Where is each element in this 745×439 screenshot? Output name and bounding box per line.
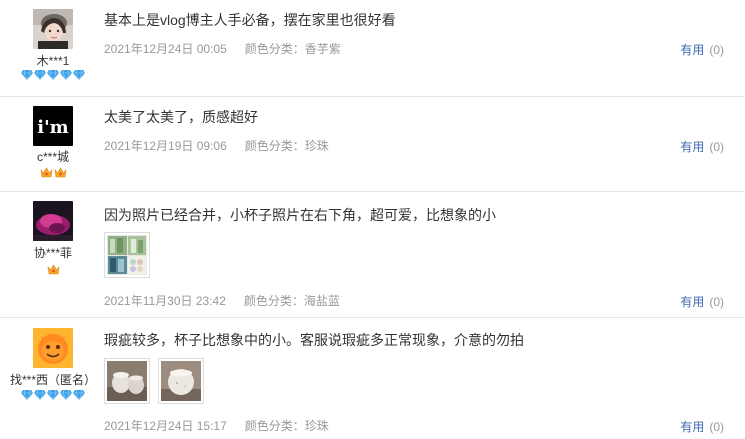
useful-button[interactable]: 有用	[680, 295, 704, 309]
review-meta: 2021年12月24日 00:05 颜色分类：香芋紫	[104, 40, 341, 57]
useful-count: (0)	[709, 43, 724, 57]
review-images	[104, 358, 212, 404]
review-image[interactable]	[104, 232, 150, 278]
avatar[interactable]	[33, 201, 73, 241]
color-value: 珍珠	[304, 139, 329, 153]
review-meta: 2021年12月19日 09:06 颜色分类：珍珠	[104, 137, 329, 154]
useful-count: (0)	[709, 295, 724, 309]
review-images	[104, 232, 158, 278]
diamond-icon	[34, 390, 46, 400]
crown-icon	[40, 167, 53, 178]
username: 协***菲	[33, 246, 72, 260]
color-label: 颜色分类：	[244, 419, 305, 433]
crown-badges	[0, 264, 106, 278]
review-text: 太美了太美了，质感超好	[104, 109, 258, 125]
color-label: 颜色分类：	[244, 139, 305, 153]
useful-button[interactable]: 有用	[680, 420, 704, 434]
review-date: 2021年12月19日 09:06	[104, 139, 227, 153]
avatar[interactable]: i'm	[33, 106, 73, 146]
review-image[interactable]	[104, 358, 150, 404]
diamond-badges	[0, 70, 106, 83]
avatar-text: i'm	[37, 117, 68, 138]
review-text: 基本上是vlog博主人手必备，摆在家里也很好看	[104, 12, 396, 28]
review-image[interactable]	[158, 358, 204, 404]
useful-count: (0)	[709, 420, 724, 434]
useful-vote: 有用 (0)	[680, 293, 724, 310]
diamond-icon	[60, 70, 72, 80]
diamond-icon	[73, 70, 85, 80]
review-item: 木***1 基本上是vlog博主人手必备，摆在家里也很好看 2021年12月24…	[0, 0, 745, 97]
username: 木***1	[36, 54, 70, 68]
avatar[interactable]	[33, 9, 73, 49]
crown-icon	[54, 167, 67, 178]
review-meta: 2021年12月24日 15:17 颜色分类：珍珠	[104, 417, 329, 434]
color-label: 颜色分类：	[243, 294, 304, 308]
review-item: 协***菲 因为照片已经合并，小杯子照片在右下角，超可爱，比想象的小 2021年…	[0, 192, 745, 318]
review-item: i'm c***城 太美了太美了，质感超好 2021年12月19日 09:06 颜…	[0, 97, 745, 192]
color-value: 海盐蓝	[303, 294, 340, 308]
username: c***城	[36, 150, 69, 164]
diamond-icon	[34, 70, 46, 80]
diamond-icon	[47, 390, 59, 400]
color-value: 香芋紫	[304, 42, 341, 56]
useful-button[interactable]: 有用	[680, 140, 704, 154]
review-item: 找***西（匿名） 瑕疵较多，杯子比想象中的小。客服说瑕疵多正常现象，介意的勿拍	[0, 318, 745, 439]
review-date: 2021年11月30日 23:42	[104, 294, 226, 308]
diamond-icon	[47, 70, 59, 80]
useful-vote: 有用 (0)	[680, 418, 724, 435]
crown-icon	[47, 264, 60, 275]
color-label: 颜色分类：	[244, 42, 305, 56]
review-date: 2021年12月24日 15:17	[104, 419, 227, 433]
review-text: 因为照片已经合并，小杯子照片在右下角，超可爱，比想象的小	[104, 207, 496, 223]
useful-vote: 有用 (0)	[680, 138, 724, 155]
diamond-icon	[73, 390, 85, 400]
useful-button[interactable]: 有用	[680, 43, 704, 57]
useful-count: (0)	[709, 140, 724, 154]
diamond-icon	[60, 390, 72, 400]
useful-vote: 有用 (0)	[680, 41, 724, 58]
avatar[interactable]	[33, 328, 73, 368]
diamond-icon	[21, 390, 33, 400]
color-value: 珍珠	[304, 419, 329, 433]
username: 找***西（匿名）	[9, 373, 96, 387]
diamond-icon	[21, 70, 33, 80]
review-meta: 2021年11月30日 23:42 颜色分类：海盐蓝	[104, 292, 340, 309]
review-date: 2021年12月24日 00:05	[104, 42, 227, 56]
diamond-badges	[0, 390, 106, 403]
crown-badges	[0, 167, 106, 181]
review-text: 瑕疵较多，杯子比想象中的小。客服说瑕疵多正常现象，介意的勿拍	[104, 332, 524, 348]
